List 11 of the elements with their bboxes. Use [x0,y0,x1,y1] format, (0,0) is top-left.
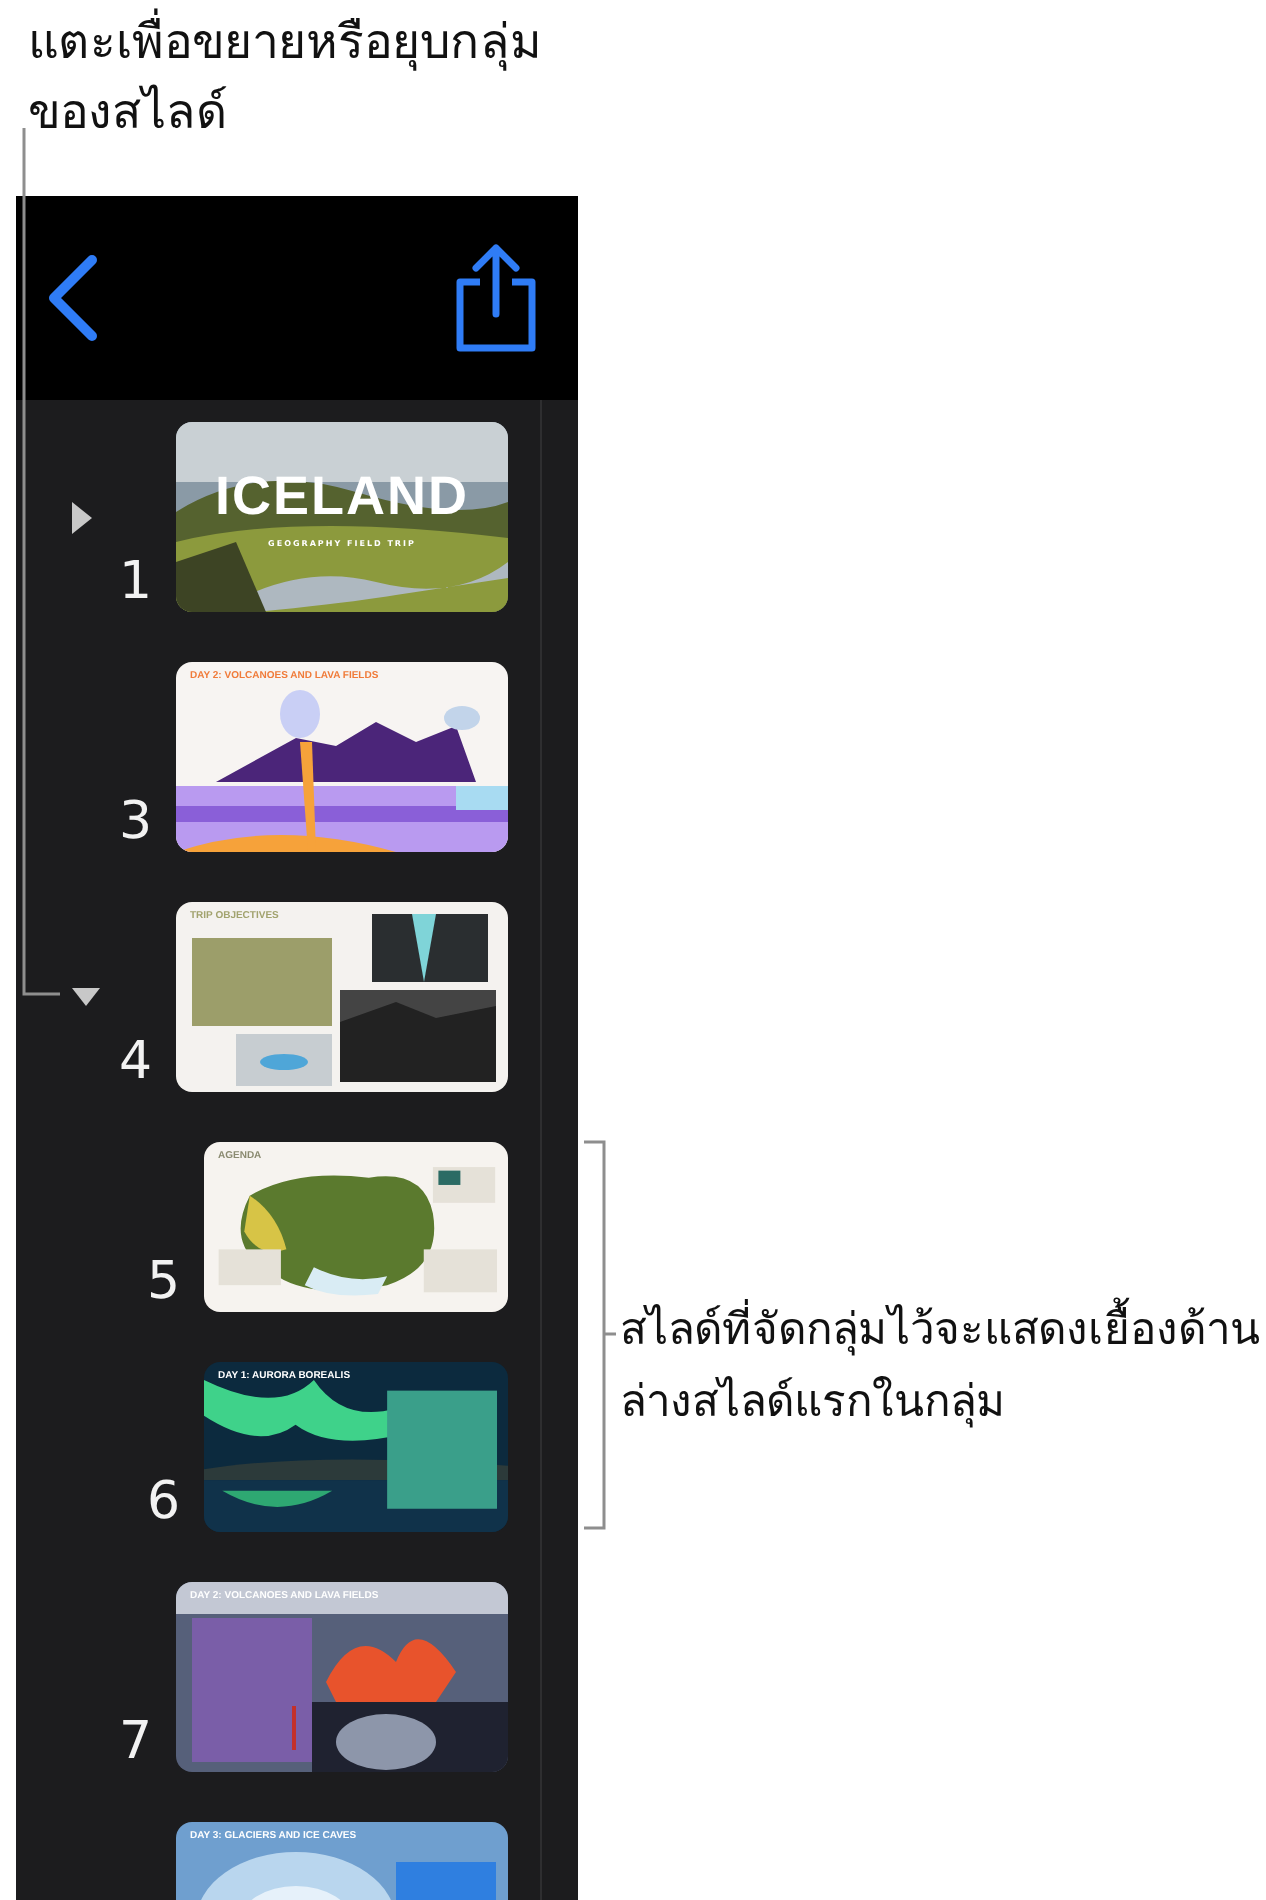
slide-number: 1 [118,556,152,608]
slide-number: 6 [146,1476,180,1528]
slide-number: 5 [146,1256,180,1308]
callout-text: แตะเพื่อขยายหรือยุบกลุ่มของสไลด์ [28,8,598,148]
back-icon[interactable] [44,254,100,342]
disclosure-triangle-icon[interactable] [72,987,100,1007]
callout-text: สไลด์ที่จัดกลุ่มไว้จะแสดงเยื้องด้านล่างสไลด์แรกในกลุ่ม [620,1296,1266,1440]
slide-number: 7 [118,1716,152,1768]
slide-number: 4 [118,1036,152,1088]
slide-number: 3 [118,796,152,848]
disclosure-triangle-icon[interactable] [72,501,92,533]
